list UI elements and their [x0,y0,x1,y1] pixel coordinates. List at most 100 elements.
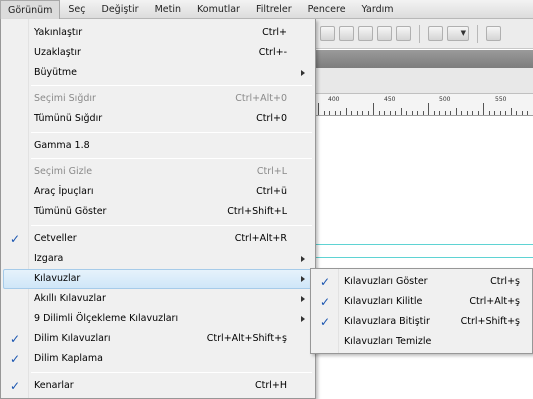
ruler-tick [461,111,462,115]
align-dropdown[interactable]: ▼ [447,26,469,41]
menu-item-shortcut: Ctrl+Alt+R [234,233,287,244]
menu-item-label: Dilim Kaplama [34,353,103,364]
ruler-tick [483,103,484,115]
menu-item-grid[interactable]: Izgara [3,249,313,269]
menu-item-gamma[interactable]: Gamma 1.8 [3,136,313,156]
menu-item-label: Dilim Kılavuzları [34,333,111,344]
ruler-tick [411,111,413,115]
menu-filtreler[interactable]: Filtreler [248,0,300,19]
menu-item-shortcut: Ctrl+- [258,47,287,58]
guide-line[interactable] [316,244,533,245]
menu-item-label: Gamma 1.8 [34,140,90,151]
ruler-tick [340,111,341,115]
menu-item-magnification[interactable]: Büyütme [3,63,313,83]
submenu-item-show-guides[interactable]: ✓ Kılavuzları Göster Ctrl+ş [313,272,530,292]
menu-gorunum[interactable]: Görünüm [0,0,61,19]
ruler-tick [384,111,385,115]
menu-item-label: Seçimi Gizle [34,166,93,177]
toolbar-divider [477,24,478,43]
guide-line[interactable] [316,257,533,258]
menu-item-9-slice-guides[interactable]: 9 Dilimli Ölçekleme Kılavuzları [3,309,313,329]
ruler-tick [439,111,440,115]
menu-komutlar[interactable]: Komutlar [189,0,248,19]
submenu-item-snap-to-guides[interactable]: ✓ Kılavuzlara Bitiştir Ctrl+Shift+ş [313,312,530,332]
ruler-tick [466,111,468,115]
submenu-arrow-icon [301,296,305,302]
ruler-tick [516,111,517,115]
menu-item-zoom-out[interactable]: Uzaklaştır Ctrl+- [3,43,313,63]
menu-item-rulers[interactable]: ✓ Cetveller Ctrl+Alt+R [3,229,313,249]
menu-item-shortcut: Ctrl+Alt+0 [235,93,287,104]
menu-item-shortcut: Ctrl+Alt+Shift+ş [206,333,287,344]
menu-separator [31,158,312,159]
menu-item-guides[interactable]: Kılavuzlar [3,269,313,289]
menu-degistir[interactable]: Değiştir [94,0,147,19]
menu-item-shortcut: Ctrl+ş [490,276,520,287]
ruler-tick [472,111,473,115]
canvas[interactable] [316,117,533,399]
ruler-tick [477,111,479,115]
ungroup-icon[interactable] [377,26,392,41]
arrange-icon[interactable] [396,26,411,41]
submenu-arrow-icon [301,276,305,282]
menu-separator [31,85,312,86]
ruler-label: 450 [384,96,396,103]
ruler-label: 500 [439,96,451,103]
ruler-tick [450,111,451,115]
menu-item-shortcut: Ctrl+Alt+ş [469,296,520,307]
menu-item-label: Kılavuzları Kilitle [344,296,423,307]
submenu-item-lock-guides[interactable]: ✓ Kılavuzları Kilitle Ctrl+Alt+ş [313,292,530,312]
ruler-tick [499,111,501,115]
document-tab-bar [316,50,533,68]
menu-item-label: Akıllı Kılavuzlar [34,293,106,304]
menu-item-shortcut: Ctrl+Shift+ş [460,316,520,327]
menu-item-label: Yakınlaştır [34,27,83,38]
menu-item-fit-all[interactable]: Tümünü Sığdır Ctrl+0 [3,109,313,129]
view-menu: Yakınlaştır Ctrl+ Uzaklaştır Ctrl+- Büyü… [0,19,316,399]
ruler-tick [351,111,352,115]
group-icon[interactable] [358,26,373,41]
paste-icon[interactable] [339,26,354,41]
menu-item-shortcut: Ctrl+0 [256,113,287,124]
menu-item-fit-selection: Seçimi Sığdır Ctrl+Alt+0 [3,89,313,109]
checkmark-icon: ✓ [10,352,21,366]
ruler-tick [367,111,369,115]
menu-item-zoom-in[interactable]: Yakınlaştır Ctrl+ [3,23,313,43]
checkmark-icon: ✓ [320,275,331,289]
menu-item-label: Kılavuzlar [34,273,81,284]
ruler-tick [433,111,435,115]
menu-item-slice-overlay[interactable]: ✓ Dilim Kaplama [3,349,313,369]
menu-item-smart-guides[interactable]: Akıllı Kılavuzlar [3,289,313,309]
ruler-tick [400,108,402,115]
rotate-icon[interactable] [486,26,501,41]
submenu-item-clear-guides[interactable]: Kılavuzları Temizle [313,332,530,352]
guides-submenu: ✓ Kılavuzları Göster Ctrl+ş ✓ Kılavuzlar… [310,268,533,354]
ruler-tick [527,111,528,115]
combine-icon[interactable] [428,26,443,41]
ruler-tick [505,111,506,115]
menu-yardim[interactable]: Yardım [354,0,402,19]
menu-item-label: 9 Dilimli Ölçekleme Kılavuzları [34,313,179,324]
menu-sec[interactable]: Seç [60,0,93,19]
menu-item-show-all[interactable]: Tümünü Göster Ctrl+Shift+L [3,202,313,222]
ruler-tick [428,103,429,115]
ruler-tick [373,103,374,115]
ruler-tick [455,108,457,115]
ruler-label: 550 [495,96,507,103]
ruler-tick [406,111,407,115]
menubar: Görünüm Seç Değiştir Metin Komutlar Filt… [0,0,533,19]
copy-icon[interactable] [320,26,335,41]
menu-item-label: Cetveller [34,233,77,244]
menu-item-edges[interactable]: ✓ Kenarlar Ctrl+H [3,376,313,396]
menu-item-label: Seçimi Sığdır [34,93,96,104]
ruler-tick [356,111,358,115]
ruler-tick [334,111,336,115]
menu-pencere[interactable]: Pencere [300,0,354,19]
checkmark-icon: ✓ [10,232,21,246]
menu-metin[interactable]: Metin [147,0,189,19]
menu-item-tooltips[interactable]: Araç İpuçları Ctrl+ü [3,182,313,202]
ruler-tick [488,111,490,115]
menu-item-slice-guides[interactable]: ✓ Dilim Kılavuzları Ctrl+Alt+Shift+ş [3,329,313,349]
ruler-tick [389,111,391,115]
ruler-tick [494,111,495,115]
